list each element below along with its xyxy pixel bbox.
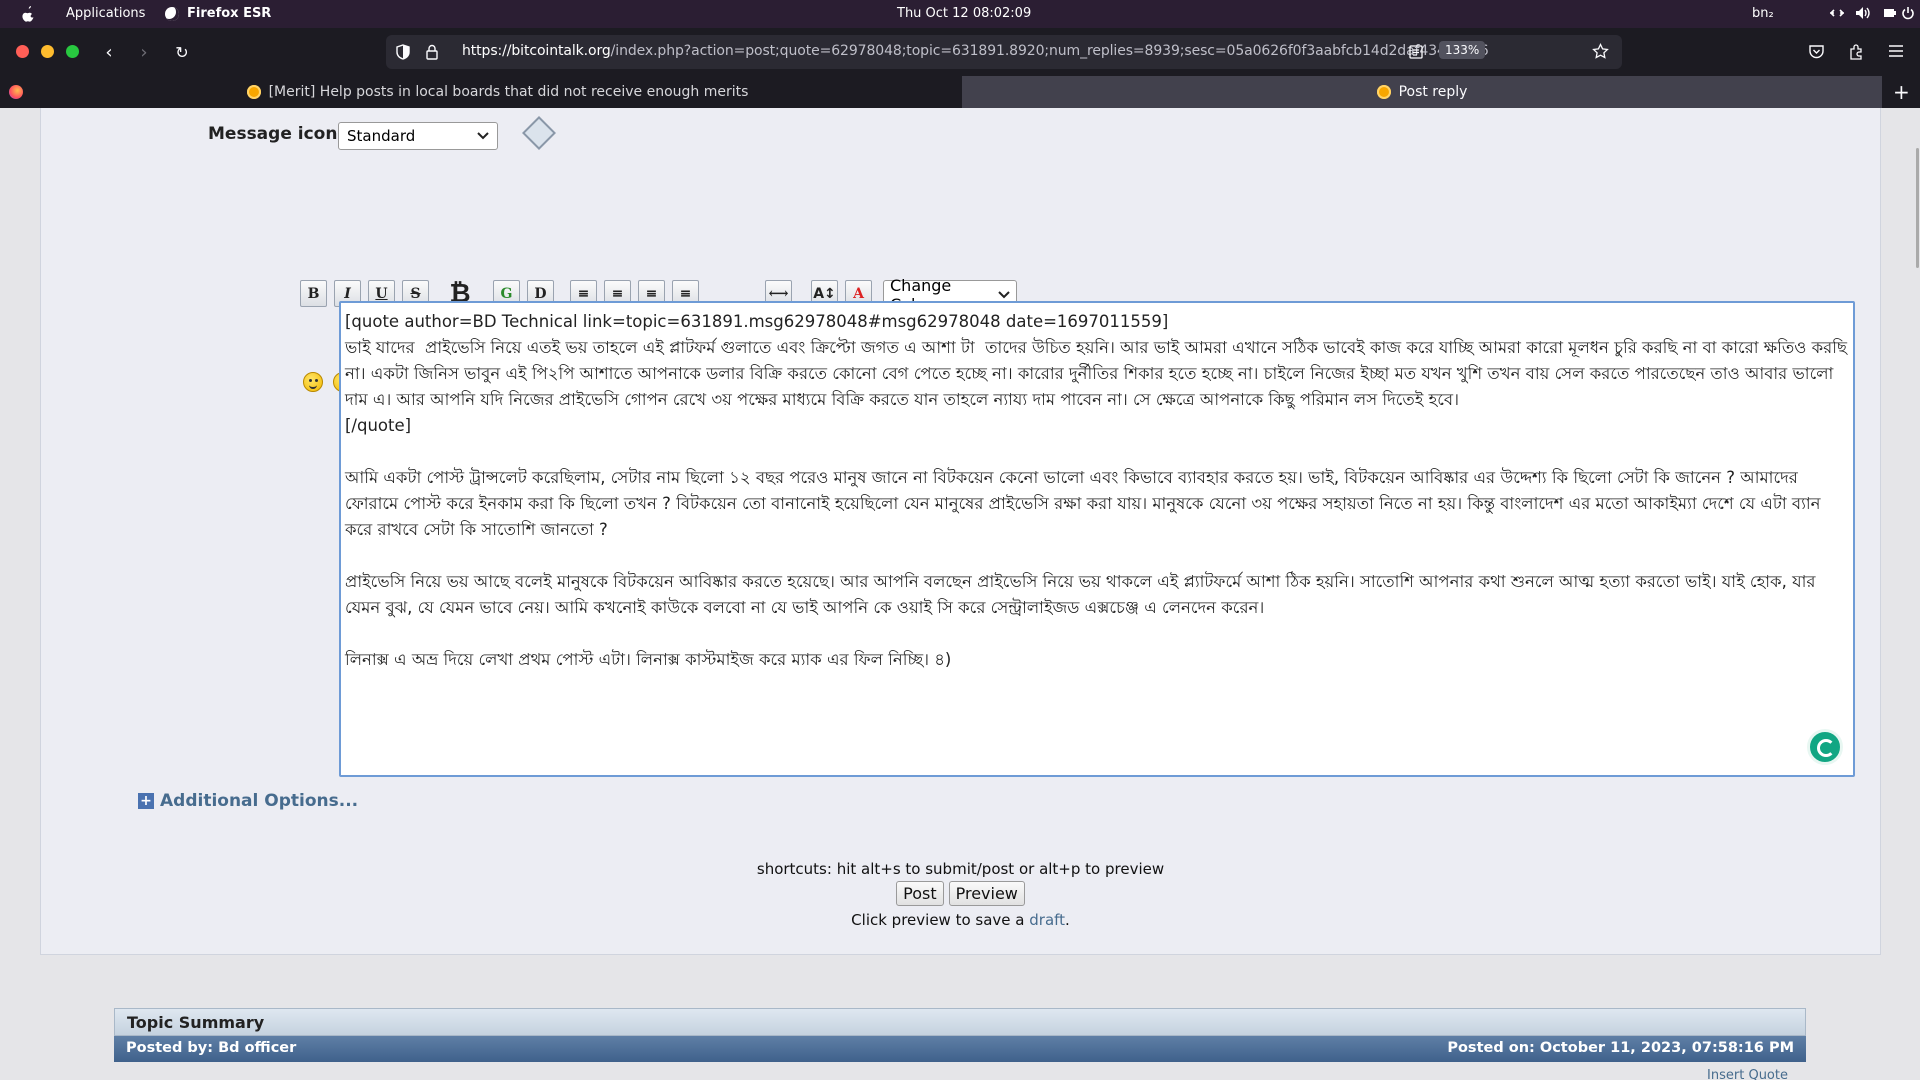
power-icon[interactable] bbox=[1900, 5, 1916, 21]
topic-summary-title: Topic Summary bbox=[114, 1008, 1806, 1036]
draft-link[interactable]: draft bbox=[1029, 911, 1065, 929]
draft-hint: Click preview to save a draft. bbox=[41, 911, 1880, 929]
editor-line: [/quote] bbox=[345, 416, 412, 435]
editor-blank-line bbox=[345, 621, 1849, 647]
editor-blank-line bbox=[345, 543, 1849, 569]
tracking-shield-icon[interactable] bbox=[396, 44, 410, 60]
battery-icon[interactable] bbox=[1881, 5, 1897, 21]
minimize-window-button[interactable] bbox=[41, 45, 54, 58]
message-icon-value: Standard bbox=[347, 127, 416, 145]
url-bar[interactable]: https://bitcointalk.org/index.php?action… bbox=[386, 35, 1622, 69]
keyboard-layout-indicator[interactable]: bn₂ bbox=[1752, 6, 1774, 21]
url-text[interactable]: https://bitcointalk.org/index.php?action… bbox=[462, 43, 1489, 59]
zoom-level-indicator[interactable]: 133% bbox=[1439, 41, 1486, 59]
extensions-icon[interactable] bbox=[1848, 43, 1865, 60]
draft-hint-text: Click preview to save a bbox=[851, 911, 1025, 929]
reload-icon[interactable]: ↻ bbox=[170, 40, 194, 64]
apple-icon[interactable] bbox=[20, 5, 36, 23]
posted-by: Posted by: Bd officer bbox=[126, 1040, 297, 1056]
volume-icon[interactable] bbox=[1855, 5, 1871, 21]
chevron-down-icon bbox=[477, 132, 489, 140]
expand-plus-icon: + bbox=[138, 793, 154, 809]
active-app-name[interactable]: Firefox ESR bbox=[187, 6, 271, 21]
url-host: https://bitcointalk.org bbox=[462, 43, 611, 59]
hamburger-menu-icon[interactable] bbox=[1888, 44, 1904, 58]
bookmark-star-icon[interactable] bbox=[1592, 43, 1609, 60]
pocket-icon[interactable] bbox=[1808, 43, 1825, 60]
bold-button[interactable]: B bbox=[300, 280, 327, 307]
post-button[interactable]: Post bbox=[896, 881, 944, 906]
tab-title: Post reply bbox=[1398, 84, 1468, 100]
insert-quote-link[interactable]: Insert Quote bbox=[1707, 1068, 1788, 1080]
editor-line: লিনাক্স এ অভ্র দিয়ে লেখা প্রথম পোস্ট এটা… bbox=[345, 650, 952, 669]
smiley-icon[interactable] bbox=[303, 372, 323, 392]
clock[interactable]: Thu Oct 12 08:02:09 bbox=[897, 6, 1031, 21]
network-icon[interactable] bbox=[1829, 5, 1845, 21]
post-reply-form: Message icon: Standard B I U S ₿ G D ≡ ≡… bbox=[40, 108, 1881, 955]
editor-blank-line bbox=[345, 439, 1849, 465]
firefox-view-icon[interactable] bbox=[9, 85, 23, 99]
message-textarea[interactable]: [quote author=BD Technical link=topic=63… bbox=[339, 301, 1855, 777]
firefox-icon bbox=[165, 7, 179, 21]
preview-button[interactable]: Preview bbox=[948, 881, 1025, 906]
new-tab-icon[interactable]: + bbox=[1893, 80, 1910, 104]
page-viewport: Message icon: Standard B I U S ₿ G D ≡ ≡… bbox=[0, 108, 1920, 1080]
editor-line: ভাই যাদের প্রাইভেসি নিয়ে এতই ভয় তাহলে এই… bbox=[345, 338, 1853, 409]
editor-line: প্রাইভেসি নিয়ে ভয় আছে বলেই মানুষকে বিটকয়… bbox=[345, 572, 1821, 617]
message-icon-select[interactable]: Standard bbox=[338, 122, 498, 150]
close-window-button[interactable] bbox=[16, 45, 29, 58]
chevron-down-icon bbox=[998, 291, 1010, 299]
back-icon[interactable]: ‹ bbox=[97, 40, 121, 64]
url-path: /index.php?action=post;quote=62978048;to… bbox=[610, 43, 1489, 59]
additional-options-toggle[interactable]: + Additional Options... bbox=[138, 791, 358, 811]
summary-post-header: Posted by: Bd officer Posted on: October… bbox=[114, 1036, 1806, 1062]
browser-toolbar: ‹ › ↻ https://bitcointalk.org/index.php?… bbox=[0, 28, 1920, 76]
scrollbar-thumb[interactable] bbox=[1916, 148, 1919, 268]
page-scrollbar[interactable] bbox=[1912, 108, 1920, 1080]
tab-title: [Merit] Help posts in local boards that … bbox=[268, 84, 749, 100]
submit-buttons: Post Preview bbox=[41, 881, 1880, 906]
lock-icon[interactable] bbox=[425, 44, 439, 60]
tab-bar: [Merit] Help posts in local boards that … bbox=[0, 76, 1920, 108]
bitcoin-favicon-icon bbox=[1376, 85, 1391, 99]
grammar-assistant-icon[interactable] bbox=[1807, 729, 1843, 765]
additional-options-label: Additional Options... bbox=[160, 791, 359, 811]
system-top-bar: Applications Firefox ESR Thu Oct 12 08:0… bbox=[0, 0, 1920, 28]
reader-view-icon[interactable] bbox=[1408, 44, 1424, 60]
bitcoin-favicon-icon bbox=[246, 85, 261, 99]
draft-hint-period: . bbox=[1065, 911, 1070, 929]
message-icon-preview bbox=[522, 116, 556, 150]
maximize-window-button[interactable] bbox=[66, 45, 79, 58]
applications-menu[interactable]: Applications bbox=[66, 6, 145, 21]
message-icon-label: Message icon: bbox=[208, 124, 345, 144]
posted-on: Posted on: October 11, 2023, 07:58:16 PM bbox=[1447, 1040, 1794, 1056]
tab-post-reply[interactable]: Post reply bbox=[962, 76, 1882, 108]
editor-line: আমি একটা পোস্ট ট্রান্সলেট করেছিলাম, সেটা… bbox=[345, 468, 1826, 539]
shortcuts-hint: shortcuts: hit alt+s to submit/post or a… bbox=[756, 860, 1165, 878]
topic-summary: Topic Summary Posted by: Bd officer Post… bbox=[114, 1008, 1806, 1080]
tab-merit-help[interactable]: [Merit] Help posts in local boards that … bbox=[34, 76, 961, 108]
forward-icon[interactable]: › bbox=[132, 40, 156, 64]
editor-line: [quote author=BD Technical link=topic=63… bbox=[345, 312, 1169, 331]
